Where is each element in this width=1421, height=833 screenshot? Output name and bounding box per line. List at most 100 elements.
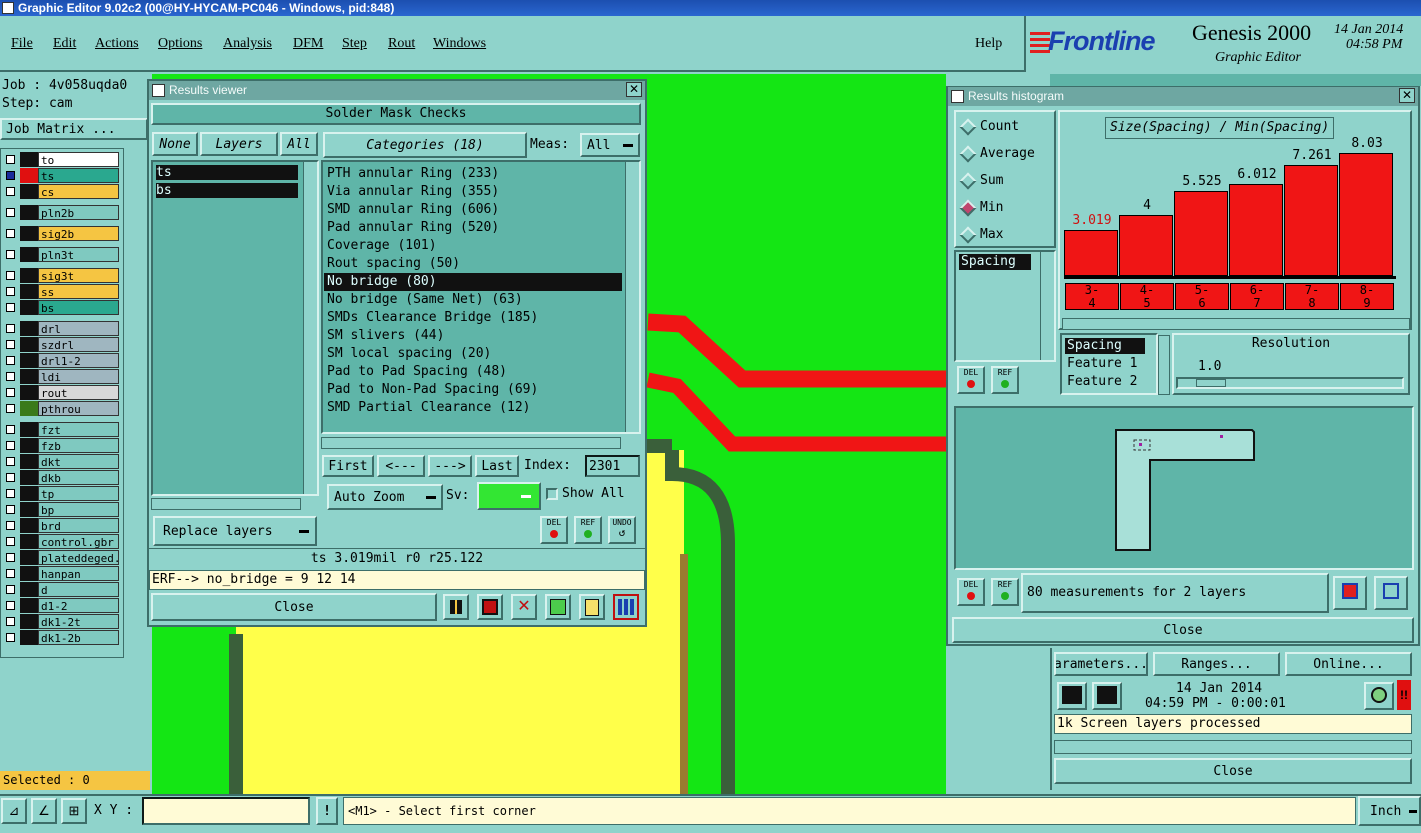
layer-row[interactable]: bs (3, 300, 119, 315)
layer-name[interactable]: dk1-2t (38, 614, 119, 629)
histogram-bar[interactable] (1229, 184, 1283, 276)
preview-ref-button[interactable]: REF (991, 578, 1019, 606)
layer-checkbox[interactable] (6, 617, 15, 626)
menu-analysis[interactable]: Analysis (223, 36, 272, 52)
ranges-button[interactable]: Ranges... (1153, 652, 1280, 676)
category-item[interactable]: SM slivers (44) (324, 327, 622, 345)
layer-row[interactable]: fzt (3, 422, 119, 437)
layer-name[interactable]: dkb (38, 470, 119, 485)
categories-button[interactable]: Categories (18) (323, 132, 527, 158)
category-item[interactable]: Pad to Pad Spacing (48) (324, 363, 622, 381)
layer-affected-marker[interactable] (20, 566, 38, 581)
measure-list[interactable]: Spacing (954, 250, 1056, 362)
layer-row[interactable]: sig3t (3, 268, 119, 283)
layer-row[interactable]: tp (3, 486, 119, 501)
layer-affected-marker[interactable] (20, 598, 38, 613)
category-hscroll[interactable] (321, 437, 621, 449)
parameters-button[interactable]: arameters... (1054, 652, 1148, 676)
menu-help[interactable]: Help (975, 36, 1002, 52)
report-icon[interactable] (477, 594, 503, 620)
feature-item-2[interactable]: Feature 2 (1067, 374, 1137, 389)
layer-row[interactable]: control.gbr (3, 534, 119, 549)
histogram-close-button[interactable]: Close (952, 617, 1414, 643)
layer-name[interactable]: sig2b (38, 226, 119, 241)
del-button[interactable]: DEL (540, 516, 568, 544)
layer-checkbox[interactable] (6, 537, 15, 546)
preview-del-button[interactable]: DEL (957, 578, 985, 606)
layer-checkbox[interactable] (6, 585, 15, 594)
layer-name[interactable]: cs (38, 184, 119, 199)
job-matrix-button[interactable]: Job Matrix ... (0, 118, 148, 140)
layer-checkbox[interactable] (6, 250, 15, 259)
layer-name[interactable]: pthrou (38, 401, 119, 416)
menu-actions[interactable]: Actions (95, 36, 139, 52)
histogram-bar[interactable] (1284, 165, 1338, 276)
progress-close-button[interactable]: Close (1054, 758, 1412, 784)
layer-result-list[interactable]: ts bs (151, 160, 319, 496)
layer-name[interactable]: drl1-2 (38, 353, 119, 368)
layer-checkbox[interactable] (6, 271, 15, 280)
meas-select[interactable]: All (580, 133, 640, 157)
layer-row[interactable]: cs (3, 184, 119, 199)
layers-button[interactable]: Layers (200, 132, 278, 156)
alert-icon[interactable]: !! (1397, 680, 1411, 710)
layer-name[interactable]: brd (38, 518, 119, 533)
layer-name[interactable]: bp (38, 502, 119, 517)
layer-row[interactable]: to (3, 152, 119, 167)
layer-affected-marker[interactable] (20, 502, 38, 517)
layer-affected-marker[interactable] (20, 518, 38, 533)
layer-row[interactable]: sig2b (3, 226, 119, 241)
index-input[interactable] (585, 455, 640, 477)
layer-row[interactable]: dkt (3, 454, 119, 469)
menu-dfm[interactable]: DFM (293, 36, 323, 52)
zoom-icon[interactable] (1364, 682, 1394, 710)
layer-name[interactable]: d (38, 582, 119, 597)
layer-affected-marker[interactable] (20, 247, 38, 262)
unit-select[interactable]: Inch (1358, 796, 1421, 826)
layer-name[interactable]: fzb (38, 438, 119, 453)
histogram-bar[interactable] (1119, 215, 1173, 276)
layer-row[interactable]: ss (3, 284, 119, 299)
layer-checkbox[interactable] (6, 208, 15, 217)
measure-tool-icon[interactable]: ⊿ (1, 798, 27, 824)
layer-affected-marker[interactable] (20, 168, 38, 183)
feature-scrollbar[interactable] (1158, 335, 1170, 395)
layer-row[interactable]: bp (3, 502, 119, 517)
layer-row[interactable]: ts (3, 168, 119, 183)
layer-checkbox[interactable] (6, 505, 15, 514)
category-item[interactable]: Pad to Non-Pad Spacing (69) (324, 381, 622, 399)
layer-affected-marker[interactable] (20, 486, 38, 501)
layer-row[interactable]: pln3t (3, 247, 119, 262)
prev-button[interactable]: <--- (377, 455, 425, 477)
grid-tool-icon[interactable]: ⊞ (61, 798, 87, 824)
results-viewer-close-icon[interactable]: ✕ (626, 82, 642, 97)
layer-name[interactable]: tp (38, 486, 119, 501)
layer-affected-marker[interactable] (20, 226, 38, 241)
category-item[interactable]: No bridge (80) (324, 273, 622, 291)
hist-del-button[interactable]: DEL (957, 366, 985, 394)
layer-row[interactable]: pln2b (3, 205, 119, 220)
layer-affected-marker[interactable] (20, 550, 38, 565)
zoom-select[interactable]: Auto Zoom (327, 484, 443, 510)
feature-item-1[interactable]: Feature 1 (1067, 356, 1137, 371)
replace-layers-select[interactable]: Replace layers (153, 516, 317, 546)
layer-checkbox[interactable] (6, 489, 15, 498)
layer-affected-marker[interactable] (20, 337, 38, 352)
export-icon[interactable] (1333, 576, 1367, 610)
layer-affected-marker[interactable] (20, 470, 38, 485)
histogram-icon[interactable] (613, 594, 639, 620)
resolution-slider[interactable] (1176, 377, 1404, 389)
layer-name[interactable]: pln2b (38, 205, 119, 220)
layer-row[interactable]: d1-2 (3, 598, 119, 613)
layer-checkbox[interactable] (6, 569, 15, 578)
category-list[interactable]: PTH annular Ring (233) Via annular Ring (… (321, 160, 641, 434)
layer-checkbox[interactable] (6, 441, 15, 450)
undo-button[interactable]: UNDO ↺ (608, 516, 636, 544)
next-button[interactable]: ---> (428, 455, 472, 477)
measure-scrollbar[interactable] (1040, 252, 1054, 360)
layer-name[interactable]: rout (38, 385, 119, 400)
layer-checkbox[interactable] (6, 473, 15, 482)
menu-rout[interactable]: Rout (388, 36, 415, 52)
layer-checkbox[interactable] (6, 457, 15, 466)
chart-hscroll[interactable] (1062, 318, 1410, 330)
